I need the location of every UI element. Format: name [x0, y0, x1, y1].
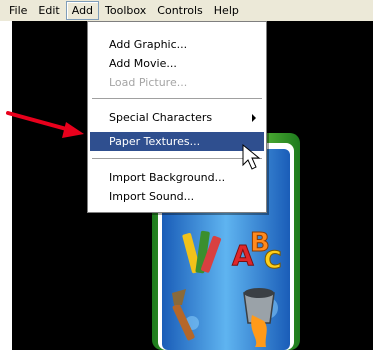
menu-item-special-characters[interactable]: Special Characters — [90, 108, 264, 127]
submenu-arrow-icon — [252, 114, 256, 122]
menu-item-paper-textures[interactable]: Paper Textures... — [90, 132, 264, 151]
special-characters-label: Special Characters — [109, 111, 213, 124]
menu-separator — [92, 98, 262, 100]
menu-edit[interactable]: Edit — [33, 1, 64, 20]
menu-separator — [92, 158, 262, 160]
menu-bar: File Edit Add Toolbox Controls Help — [0, 0, 373, 21]
menu-item-import-sound[interactable]: Import Sound... — [90, 187, 264, 206]
menu-item-import-background[interactable]: Import Background... — [90, 168, 264, 187]
add-menu-dropdown: Add Graphic... Add Movie... Load Picture… — [87, 21, 267, 213]
svg-text:C: C — [264, 246, 282, 274]
menu-item-load-picture: Load Picture... — [109, 76, 188, 89]
menu-toolbox[interactable]: Toolbox — [100, 1, 151, 20]
menu-help[interactable]: Help — [209, 1, 244, 20]
menu-item-add-graphic[interactable]: Add Graphic... — [90, 35, 264, 54]
window-edge — [0, 21, 12, 350]
menu-file[interactable]: File — [4, 1, 32, 20]
menu-controls[interactable]: Controls — [152, 1, 208, 20]
menu-add[interactable]: Add — [65, 1, 100, 20]
menu-item-add-movie[interactable]: Add Movie... — [90, 54, 264, 73]
